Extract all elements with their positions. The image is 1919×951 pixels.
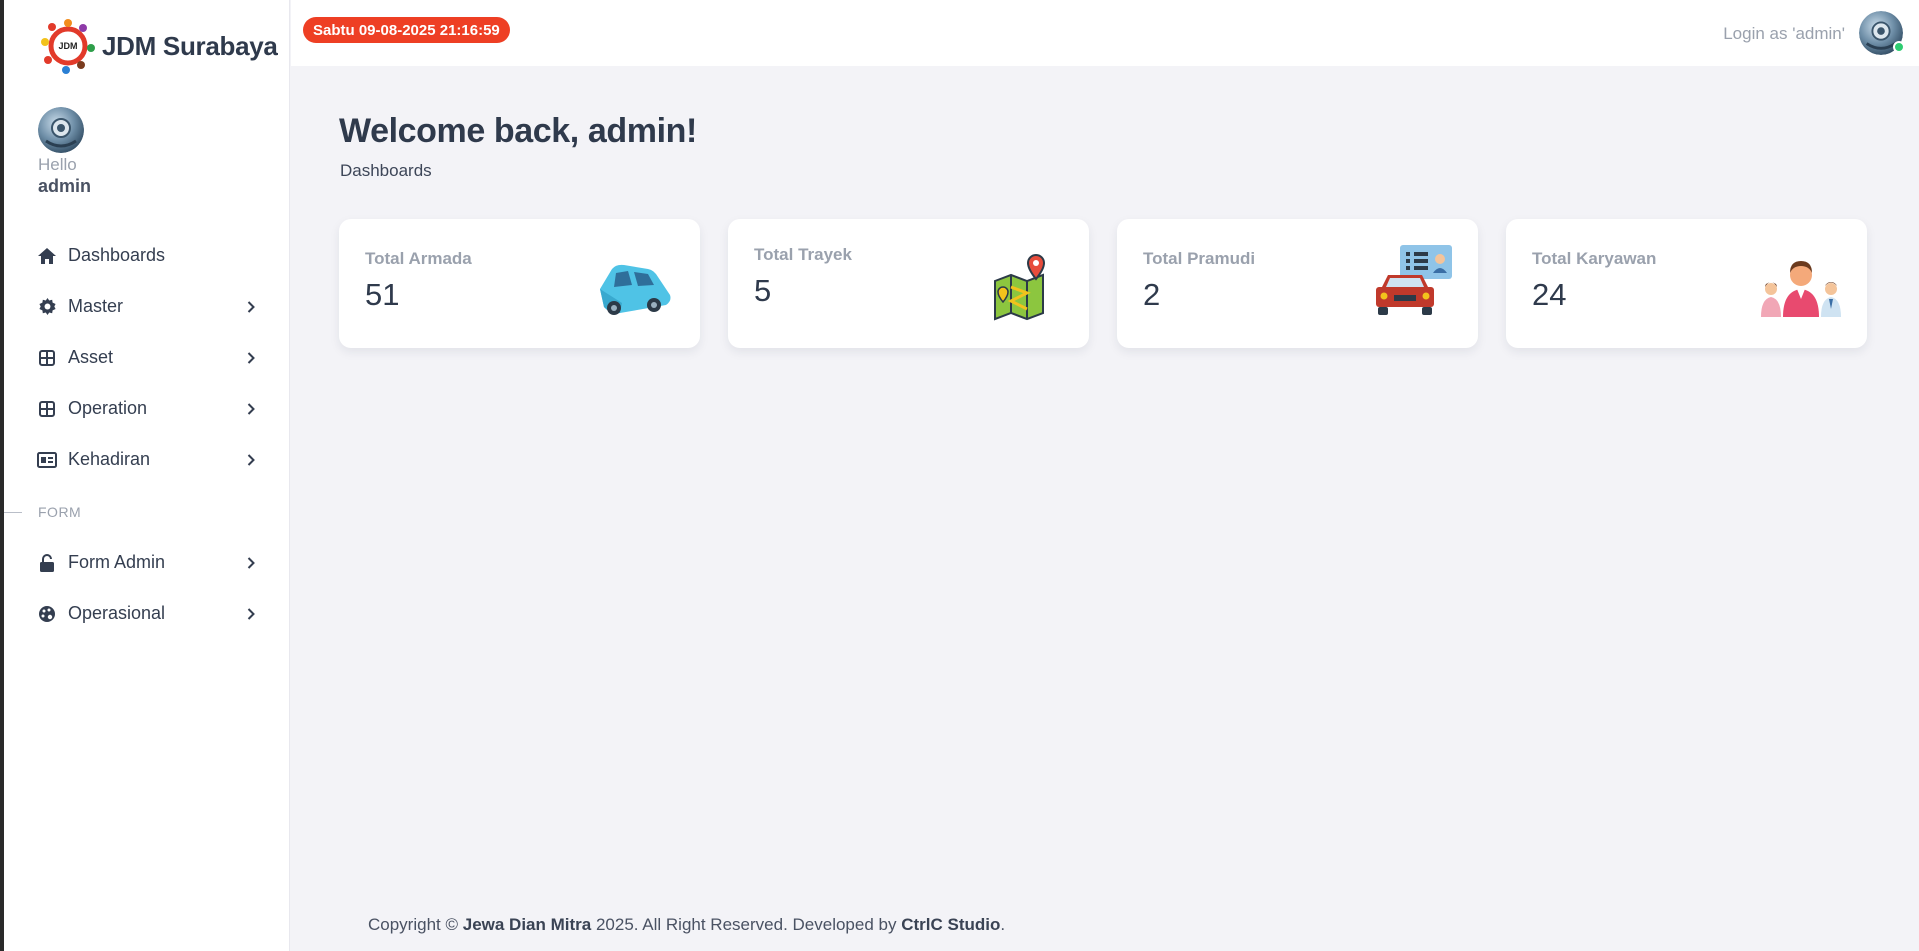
sidebar-item-label: Asset bbox=[68, 347, 114, 367]
stat-card-title: Total Armada bbox=[365, 249, 472, 268]
sidebar-nav: Dashboards Master Asset Operation Kehadi… bbox=[4, 230, 290, 639]
employees-icon bbox=[1761, 261, 1841, 317]
section-label: FORM bbox=[38, 504, 82, 520]
stat-card-armada[interactable]: Total Armada 51 bbox=[339, 219, 700, 348]
sidebar-item-label: Operation bbox=[68, 398, 148, 418]
sidebar-item-dashboards[interactable]: Dashboards bbox=[4, 230, 290, 281]
grid-icon bbox=[36, 398, 58, 420]
gear-icon bbox=[36, 296, 58, 318]
stat-card-value: 51 bbox=[365, 277, 400, 312]
sidebar-item-label: Master bbox=[68, 296, 124, 316]
user-menu[interactable] bbox=[1859, 11, 1905, 55]
stat-card-value: 2 bbox=[1143, 277, 1161, 312]
chevron-right-icon bbox=[244, 453, 258, 467]
stat-card-value: 24 bbox=[1532, 277, 1567, 312]
chevron-right-icon bbox=[244, 607, 258, 621]
driver-icon bbox=[1376, 245, 1452, 315]
palette-icon bbox=[36, 603, 58, 625]
page-title: Welcome back, admin! bbox=[339, 112, 697, 150]
stat-card-trayek[interactable]: Total Trayek 5 bbox=[728, 219, 1089, 348]
sidebar-username: admin bbox=[38, 176, 92, 196]
grid-icon bbox=[36, 347, 58, 369]
datetime-badge: Sabtu 09-08-2025 21:16:59 bbox=[303, 17, 510, 43]
footer-suffix: . bbox=[1000, 915, 1006, 934]
breadcrumb: Dashboards bbox=[340, 161, 432, 180]
id-card-icon bbox=[36, 449, 58, 471]
sidebar-item-operasional[interactable]: Operasional bbox=[4, 588, 290, 639]
chevron-right-icon bbox=[244, 300, 258, 314]
sidebar-item-label: Operasional bbox=[68, 603, 166, 623]
stat-card-pramudi[interactable]: Total Pramudi 2 bbox=[1117, 219, 1478, 348]
sidebar-item-form-admin[interactable]: Form Admin bbox=[4, 537, 290, 588]
sidebar-item-operation[interactable]: Operation bbox=[4, 383, 290, 434]
sidebar-item-asset[interactable]: Asset bbox=[4, 332, 290, 383]
chevron-right-icon bbox=[244, 402, 258, 416]
user-avatar[interactable] bbox=[38, 107, 84, 153]
sidebar-user: Hello admin bbox=[38, 107, 91, 197]
main-content: Welcome back, admin! Dashboards Total Ar… bbox=[291, 66, 1919, 951]
brand[interactable]: JDM JDM Surabaya bbox=[40, 18, 278, 74]
hello-label: Hello bbox=[38, 155, 77, 174]
stat-card-title: Total Pramudi bbox=[1143, 249, 1256, 268]
stats-cards: Total Armada 51 Total Trayek 5 Total Pra… bbox=[339, 219, 1867, 348]
brand-name: JDM Surabaya bbox=[102, 30, 278, 61]
sidebar-item-label: Kehadiran bbox=[68, 449, 151, 469]
sidebar-item-label: Form Admin bbox=[68, 552, 166, 572]
login-status[interactable]: Login as 'admin' bbox=[1723, 24, 1845, 44]
chevron-right-icon bbox=[244, 351, 258, 365]
stat-card-value: 5 bbox=[754, 273, 772, 308]
topbar: Sabtu 09-08-2025 21:16:59 Login as 'admi… bbox=[291, 0, 1919, 66]
footer-company: Jewa Dian Mitra bbox=[462, 915, 592, 934]
sidebar-item-label: Dashboards bbox=[68, 245, 166, 265]
sidebar-item-master[interactable]: Master bbox=[4, 281, 290, 332]
stat-card-karyawan[interactable]: Total Karyawan 24 bbox=[1506, 219, 1867, 348]
home-icon bbox=[36, 245, 58, 267]
car-icon bbox=[600, 264, 671, 315]
map-icon bbox=[994, 253, 1046, 321]
footer-developer-link[interactable]: CtrlC Studio bbox=[901, 915, 1000, 934]
chevron-right-icon bbox=[244, 556, 258, 570]
footer-middle: 2025. All Right Reserved. Developed by bbox=[591, 915, 902, 934]
jdm-logo: JDM bbox=[41, 19, 95, 74]
stat-card-title: Total Karyawan bbox=[1532, 249, 1657, 268]
lock-icon bbox=[36, 552, 58, 574]
sidebar: JDM JDM Surabaya Hello admin Dashboards … bbox=[4, 0, 290, 951]
stat-card-title: Total Trayek bbox=[754, 245, 852, 264]
svg-text:JDM: JDM bbox=[58, 41, 77, 51]
footer-prefix: Copyright © bbox=[368, 915, 463, 934]
sidebar-item-kehadiran[interactable]: Kehadiran bbox=[4, 434, 290, 485]
footer: Copyright © Jewa Dian Mitra 2025. All Ri… bbox=[368, 915, 1005, 935]
section-divider bbox=[4, 511, 22, 513]
online-status-dot bbox=[1893, 41, 1905, 53]
sidebar-section-form: FORM bbox=[4, 497, 290, 527]
